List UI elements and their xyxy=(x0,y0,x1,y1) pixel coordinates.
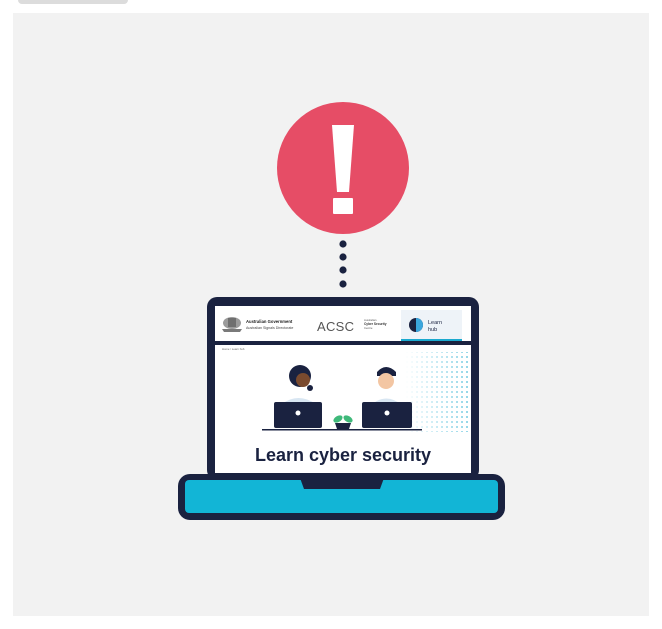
illustration: Australian Government Australian Signals… xyxy=(178,102,505,520)
alert-badge xyxy=(277,102,409,234)
desk xyxy=(262,429,422,431)
learn-hub-icon xyxy=(409,318,423,332)
acsc-line3: Centre xyxy=(364,326,373,330)
learn-hub-tab-underline xyxy=(401,339,462,341)
site-nav-bar xyxy=(215,341,471,345)
dotted-connector xyxy=(339,240,347,288)
gov-name-line2: Australian Signals Directorate xyxy=(246,326,293,330)
breadcrumb[interactable]: Home / Learn hub xyxy=(222,347,245,351)
laptop: Australian Government Australian Signals… xyxy=(178,297,505,520)
learn-hub-label-line1: Learn xyxy=(428,320,442,326)
learn-hub-label-line2: hub xyxy=(428,327,437,333)
laptop-hinge xyxy=(300,478,384,489)
dot-pattern xyxy=(405,352,468,432)
gov-name-line1: Australian Government xyxy=(246,319,293,324)
hero-title: Learn cyber security xyxy=(255,445,431,465)
acsc-logo: ACSC xyxy=(317,319,354,334)
coat-of-arms-icon xyxy=(222,317,242,332)
laptop-base xyxy=(178,474,505,520)
exclamation-dot xyxy=(333,198,353,214)
